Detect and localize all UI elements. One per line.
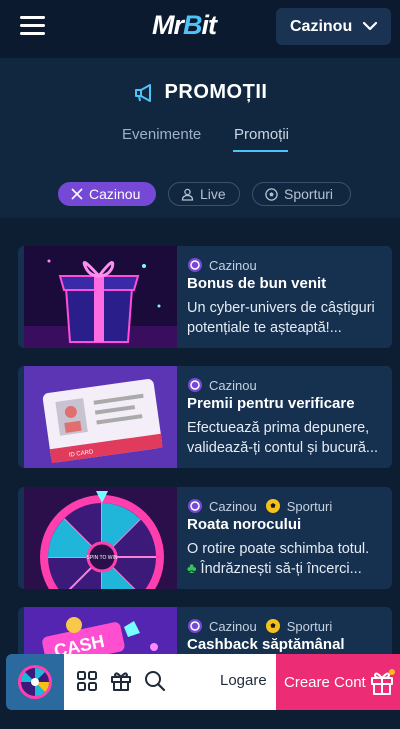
promo-card-welcome-bonus[interactable]: Cazinou Bonus de bun venit Un cyber-univ…	[18, 246, 392, 348]
card-description: Un cyber-univers de câștiguri potențiale…	[187, 300, 375, 336]
section-select[interactable]: Cazinou	[276, 8, 391, 45]
tab-promotii[interactable]: Promoții	[234, 126, 289, 143]
id-card-image: ID CARD	[24, 366, 177, 468]
section-select-label: Cazinou	[290, 17, 353, 35]
promo-card-wheel[interactable]: SPIN TO WIN Cazinou Sporturi Roata noroc…	[18, 487, 392, 589]
gift-icon[interactable]	[110, 670, 132, 692]
top-header: MrBit Cazinou	[0, 0, 400, 58]
card-tags: Cazinou	[187, 377, 265, 393]
filter-chip-live[interactable]: Live	[168, 182, 240, 206]
soccer-ball-icon	[265, 187, 278, 201]
casino-chip-icon	[188, 499, 202, 513]
fortune-wheel-image: SPIN TO WIN	[24, 487, 177, 589]
close-icon[interactable]	[71, 188, 83, 200]
bottom-nav-bar: Logare Creare Cont	[6, 654, 400, 710]
grid-icon[interactable]	[76, 670, 98, 692]
promo-header: PROMOȚII Evenimente Promoții Cazinou Liv…	[0, 58, 400, 218]
filter-chip-cazinou[interactable]: Cazinou	[58, 182, 156, 206]
filter-chip-label: Live	[200, 186, 226, 202]
search-icon[interactable]	[144, 670, 166, 692]
casino-chip-icon	[188, 378, 202, 392]
filter-chip-sporturi[interactable]: Sporturi	[252, 182, 351, 206]
register-label: Creare Cont	[284, 673, 366, 691]
casino-chip-icon	[188, 258, 202, 272]
card-title: Cashback săptămânal	[187, 636, 345, 653]
card-tags: Cazinou	[187, 257, 265, 273]
wheel-center-text: SPIN TO WIN	[87, 555, 118, 561]
card-description: O rotire poate schimba totul. ♣ Îndrăzne…	[187, 541, 370, 577]
filter-chip-label: Cazinou	[89, 186, 141, 202]
menu-icon[interactable]	[20, 16, 45, 36]
soccer-ball-icon	[265, 619, 280, 633]
soccer-ball-icon	[265, 499, 280, 513]
card-tags: Cazinou Sporturi	[187, 618, 340, 634]
gift-icon	[371, 669, 395, 695]
login-button[interactable]: Logare	[220, 672, 267, 689]
dealer-icon	[181, 188, 194, 201]
card-description: Efectuează prima depunere, validează-ți …	[187, 420, 379, 456]
fortune-wheel-icon	[18, 665, 52, 699]
page-title: PROMOȚII	[0, 81, 400, 104]
card-title: Bonus de bun venit	[187, 275, 327, 292]
clover-icon: ♣	[187, 561, 197, 577]
fortune-wheel-button[interactable]	[6, 654, 64, 710]
tab-evenimente[interactable]: Evenimente	[122, 126, 201, 143]
card-title: Roata norocului	[187, 516, 302, 533]
filter-chip-label: Sporturi	[284, 186, 334, 202]
register-button[interactable]: Creare Cont	[276, 654, 400, 710]
active-tab-indicator	[233, 150, 288, 152]
card-tags: Cazinou Sporturi	[187, 498, 340, 514]
logo[interactable]: MrBit	[152, 10, 217, 41]
megaphone-icon	[134, 83, 151, 102]
promo-card-verification[interactable]: ID CARD Cazinou Premii pentru verificare…	[18, 366, 392, 468]
card-title: Premii pentru verificare	[187, 395, 355, 412]
casino-chip-icon	[188, 619, 202, 633]
chevron-down-icon	[362, 21, 378, 31]
gift-box-image	[24, 246, 177, 348]
